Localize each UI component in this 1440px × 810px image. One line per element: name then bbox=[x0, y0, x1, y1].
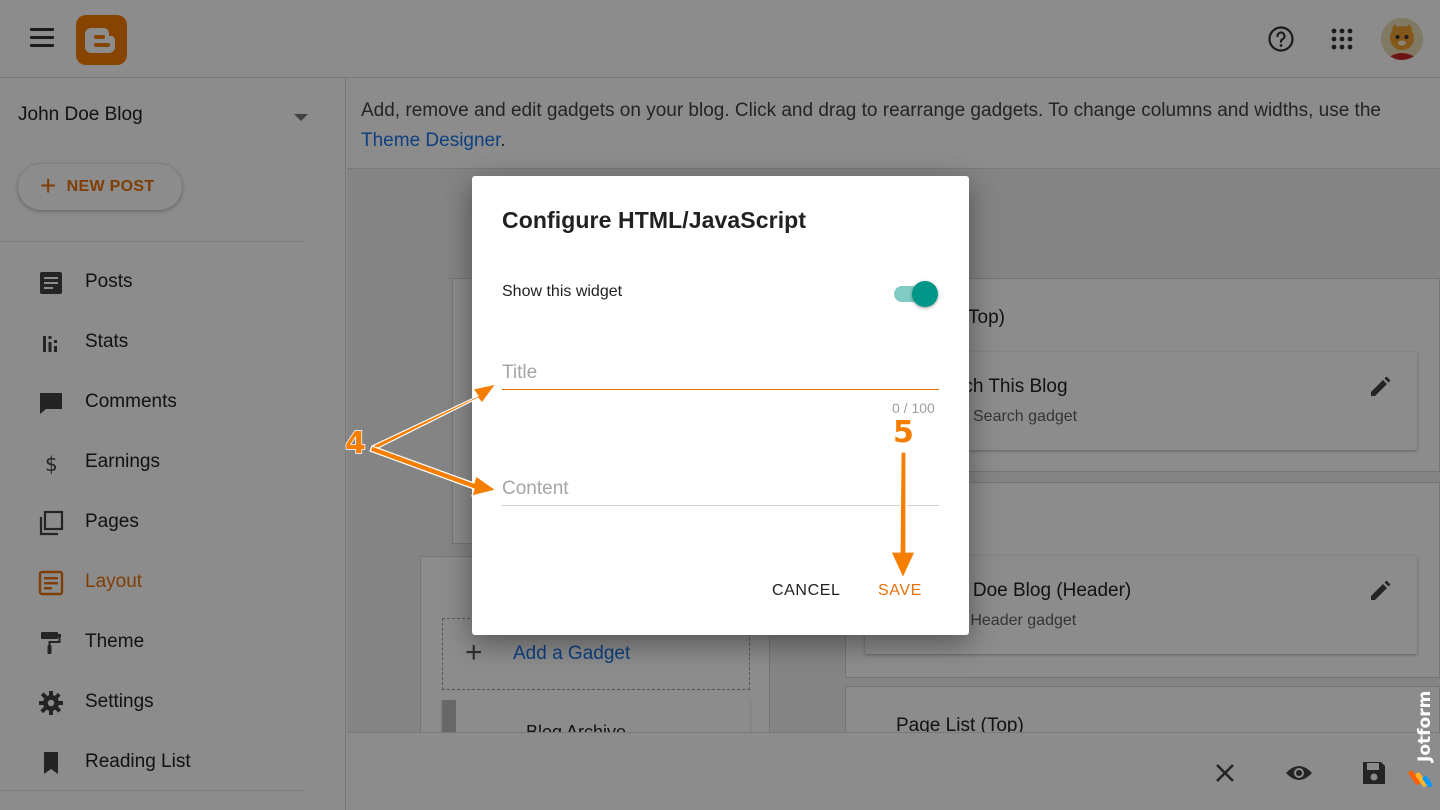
save-button[interactable]: SAVE bbox=[878, 582, 922, 600]
step-5-label: 5 bbox=[892, 414, 914, 451]
watermark-text: Jotform bbox=[1415, 691, 1435, 763]
dialog-title: Configure HTML/JavaScript bbox=[502, 207, 807, 233]
show-widget-label: Show this widget bbox=[502, 283, 623, 300]
title-char-counter: 0 / 100 bbox=[892, 400, 935, 416]
step-4-label: 4 bbox=[344, 425, 366, 462]
content-input[interactable] bbox=[502, 472, 939, 506]
title-input[interactable] bbox=[502, 356, 939, 390]
toggle-knob bbox=[912, 281, 938, 307]
configure-html-dialog: Configure HTML/JavaScript Show this widg… bbox=[472, 176, 969, 635]
cancel-button[interactable]: CANCEL bbox=[772, 582, 841, 600]
show-widget-toggle[interactable] bbox=[892, 279, 940, 307]
jotform-watermark: Jotform bbox=[1408, 690, 1436, 800]
